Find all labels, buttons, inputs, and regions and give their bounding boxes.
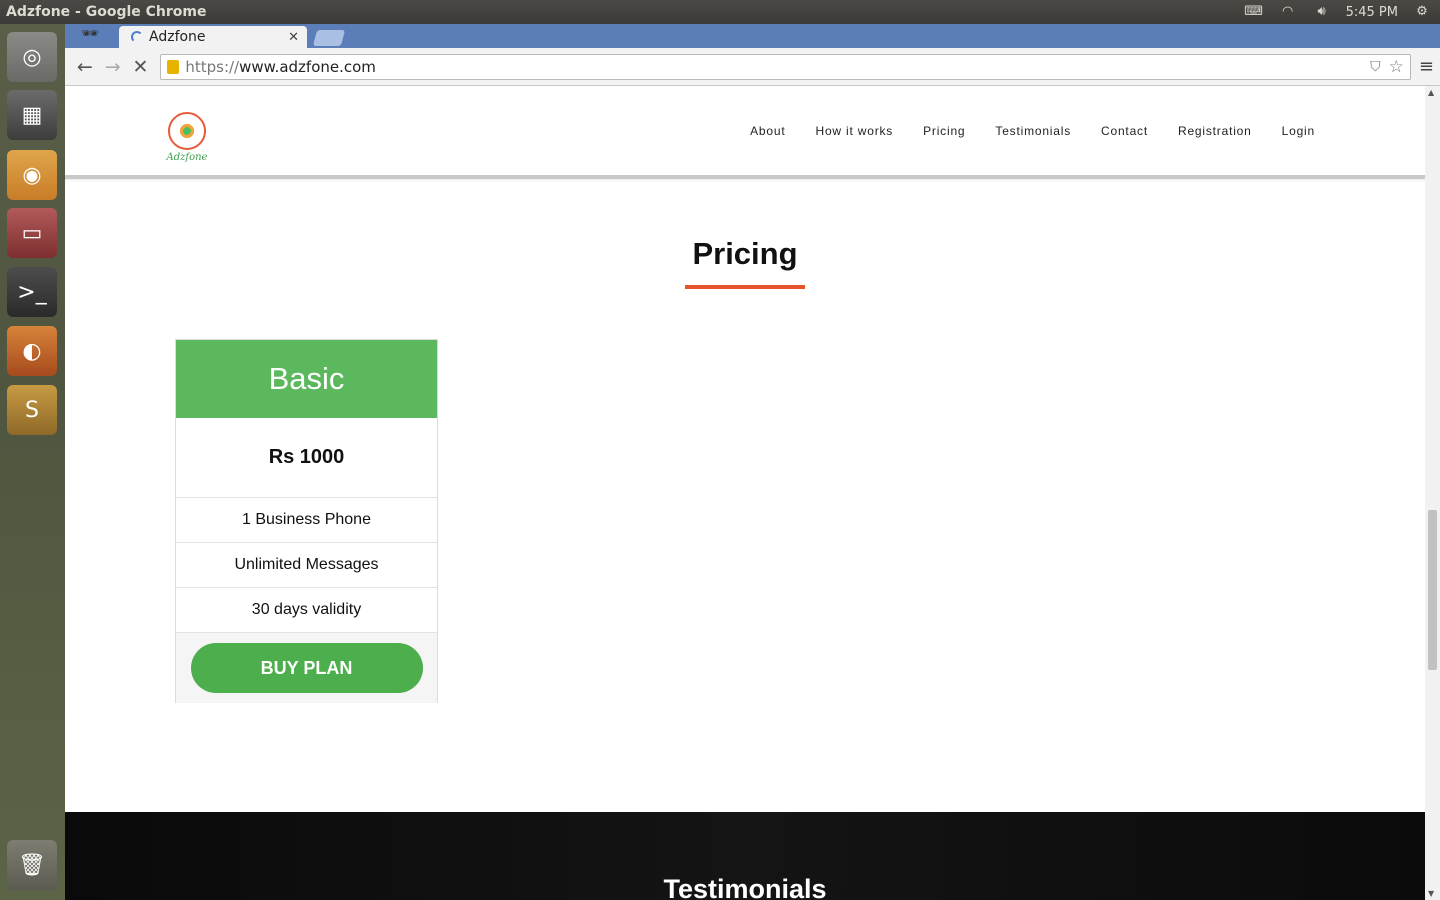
lock-icon[interactable] bbox=[167, 59, 180, 74]
plan-name: Basic bbox=[176, 340, 437, 418]
tab-title: Adzfone bbox=[149, 29, 206, 45]
close-tab-icon[interactable]: ✕ bbox=[288, 30, 299, 45]
system-indicators: ⌨ ◠ 🔊︎ 5:45 PM ⚙ bbox=[1244, 4, 1440, 20]
browser-window: 🕶︎ Adzfone ✕ ← → ✕ https:// www.adzfone.… bbox=[65, 24, 1440, 900]
window-title: Adzfone - Google Chrome bbox=[6, 4, 207, 20]
section-title-pricing: Pricing bbox=[692, 236, 798, 271]
back-button[interactable]: ← bbox=[71, 53, 99, 81]
scrollbar-thumb[interactable] bbox=[1428, 510, 1437, 670]
plan-card-basic: Basic Rs 1000 1 Business Phone Unlimited… bbox=[175, 339, 438, 703]
loading-spinner-icon bbox=[131, 31, 143, 43]
nav-pricing[interactable]: Pricing bbox=[923, 124, 965, 138]
chrome-menu-icon[interactable]: ≡ bbox=[1419, 56, 1434, 77]
tab-strip: 🕶︎ Adzfone ✕ bbox=[65, 24, 1440, 48]
gear-icon[interactable]: ⚙ bbox=[1412, 4, 1432, 20]
page-viewport: Adzfone About How it works Pricing Testi… bbox=[65, 86, 1425, 900]
wifi-icon[interactable]: ◠ bbox=[1278, 4, 1298, 20]
ubuntu-dash-icon[interactable]: ◎ bbox=[7, 32, 57, 82]
calculator-icon[interactable]: ▦ bbox=[7, 90, 57, 140]
section-title-testimonials: Testimonials bbox=[663, 874, 827, 900]
chrome-icon[interactable]: ◉ bbox=[7, 150, 57, 200]
nav-how-it-works[interactable]: How it works bbox=[815, 124, 893, 138]
new-tab-button[interactable] bbox=[312, 30, 346, 46]
terminal-icon[interactable]: >_ bbox=[7, 267, 57, 317]
tab-adzfone[interactable]: Adzfone ✕ bbox=[119, 26, 307, 48]
plan-feature: 1 Business Phone bbox=[176, 498, 437, 543]
plan-price: Rs 1000 bbox=[176, 418, 437, 498]
nav-about[interactable]: About bbox=[750, 124, 785, 138]
scroll-up-icon[interactable]: ▲ bbox=[1428, 88, 1434, 97]
keyboard-icon[interactable]: ⌨ bbox=[1244, 4, 1264, 20]
top-panel: Adzfone - Google Chrome ⌨ ◠ 🔊︎ 5:45 PM ⚙ bbox=[0, 0, 1440, 24]
site-header: Adzfone About How it works Pricing Testi… bbox=[65, 86, 1425, 179]
plan-feature: Unlimited Messages bbox=[176, 543, 437, 588]
clock[interactable]: 5:45 PM bbox=[1346, 5, 1398, 20]
logo-text: Adzfone bbox=[166, 152, 208, 163]
launcher: ◎ ▦ ◉ ▭ >_ ◐ S 🗑︎ bbox=[0, 24, 65, 900]
address-bar[interactable]: https:// www.adzfone.com ⛉ ☆ bbox=[160, 53, 1411, 80]
bookmark-star-icon[interactable]: ☆ bbox=[1389, 57, 1404, 77]
scroll-down-icon[interactable]: ▼ bbox=[1428, 889, 1434, 898]
nav-registration[interactable]: Registration bbox=[1178, 124, 1252, 138]
url-host: www.adzfone.com bbox=[239, 57, 376, 76]
incognito-icon: 🕶︎ bbox=[81, 26, 99, 42]
sublime-text-icon[interactable]: S bbox=[7, 385, 57, 435]
main-nav: About How it works Pricing Testimonials … bbox=[750, 124, 1315, 138]
testimonials-section: Testimonials bbox=[65, 812, 1425, 900]
title-underline bbox=[685, 285, 805, 289]
shield-icon[interactable]: ⛉ bbox=[1370, 59, 1381, 75]
page-scrollbar[interactable]: ▲ ▼ bbox=[1425, 86, 1440, 900]
files-icon[interactable]: ▭ bbox=[7, 208, 57, 258]
nav-login[interactable]: Login bbox=[1282, 124, 1315, 138]
nav-contact[interactable]: Contact bbox=[1101, 124, 1148, 138]
buy-plan-button[interactable]: BUY PLAN bbox=[190, 643, 423, 693]
volume-icon[interactable]: 🔊︎ bbox=[1312, 4, 1332, 20]
plan-footer: BUY PLAN bbox=[176, 633, 437, 703]
plan-feature: 30 days validity bbox=[176, 588, 437, 633]
firefox-icon[interactable]: ◐ bbox=[7, 326, 57, 376]
nav-testimonials[interactable]: Testimonials bbox=[995, 124, 1071, 138]
logo[interactable]: Adzfone bbox=[165, 112, 209, 170]
forward-button[interactable]: → bbox=[99, 53, 127, 81]
browser-toolbar: ← → ✕ https:// www.adzfone.com ⛉ ☆ ≡ bbox=[65, 48, 1440, 86]
url-scheme: https:// bbox=[185, 57, 240, 76]
stop-loading-button[interactable]: ✕ bbox=[127, 53, 155, 81]
trash-icon[interactable]: 🗑︎ bbox=[7, 840, 57, 890]
logo-mark-icon bbox=[168, 112, 206, 150]
